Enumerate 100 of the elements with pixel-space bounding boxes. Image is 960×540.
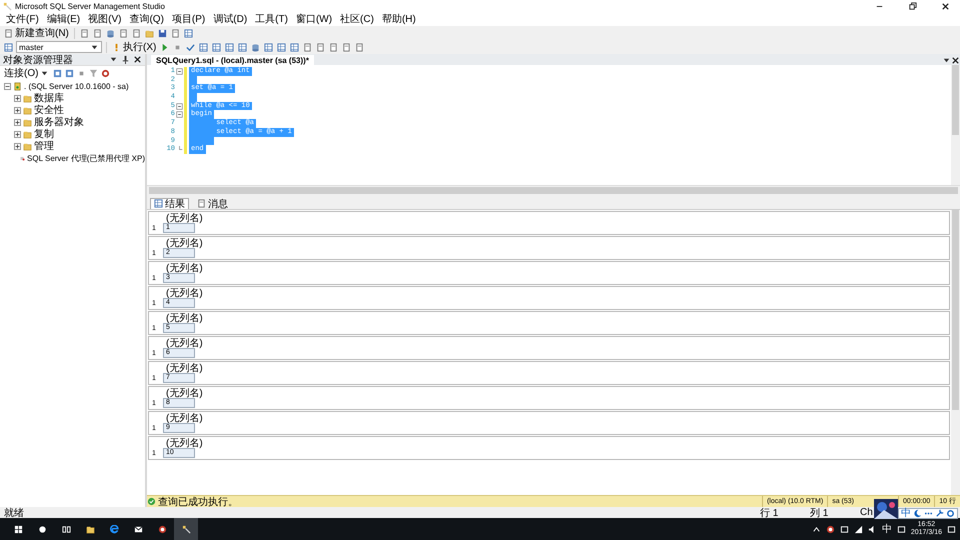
network-icon [854, 524, 863, 534]
document-icon [329, 42, 338, 52]
toolbar-button[interactable] [170, 27, 181, 39]
column-header: (无列名) [165, 412, 203, 424]
horizontal-scrollbar[interactable] [147, 185, 960, 195]
database-icon [251, 42, 260, 52]
results-tab[interactable]: 结果 [150, 198, 189, 208]
menu-item[interactable]: 项目(P) [168, 12, 210, 26]
menu-item[interactable]: 社区(C) [336, 12, 378, 26]
toolbar-button[interactable] [315, 41, 326, 53]
toolbar-button[interactable] [156, 27, 168, 39]
column-header: (无列名) [165, 262, 203, 274]
toolbar-button[interactable] [118, 27, 129, 39]
menu-item[interactable]: 帮助(H) [378, 12, 420, 26]
stop-icon [77, 68, 86, 78]
gear-icon [946, 509, 955, 518]
folder-icon [23, 130, 32, 138]
grid-icon [277, 42, 286, 52]
database-icon [106, 28, 115, 38]
check-icon [186, 42, 196, 52]
tree-item[interactable]: 管理 [34, 139, 54, 153]
connect-button[interactable]: 连接(O) [3, 67, 50, 79]
tree-item[interactable]: 安全性 [34, 103, 64, 117]
database-dropdown[interactable]: master [16, 41, 102, 53]
tree-item[interactable]: 复制 [34, 127, 54, 141]
menu-item[interactable]: 调试(D) [209, 12, 252, 26]
folder-icon [144, 28, 154, 38]
grid-icon [4, 42, 13, 52]
toolbar-button[interactable] [289, 41, 300, 53]
menu-item[interactable]: 视图(V) [84, 12, 126, 26]
grid-icon [184, 28, 193, 38]
close-icon [940, 2, 950, 10]
browser-icon [110, 524, 118, 534]
expander-icon[interactable] [14, 130, 21, 138]
app-icon [158, 524, 166, 534]
toolbar-button[interactable] [130, 27, 142, 39]
results-tab[interactable]: 消息 [193, 198, 232, 208]
menu-item[interactable]: 编辑(E) [42, 12, 84, 26]
toolbar-button[interactable] [354, 41, 366, 53]
expander-icon[interactable] [14, 118, 21, 126]
tree-item[interactable]: 服务器对象 [34, 115, 84, 129]
menu-item[interactable]: 工具(T) [251, 12, 292, 26]
toolbar-button[interactable] [211, 41, 222, 53]
folder-icon [23, 94, 32, 102]
ime-indicator[interactable]: 中 [882, 522, 892, 536]
ime-mode[interactable]: 中 [901, 509, 911, 518]
tree-item[interactable]: . (SQL Server 10.0.1600 - sa) [24, 82, 129, 90]
circle-icon [38, 524, 46, 534]
column-indicator: 列 1 [810, 506, 830, 520]
toolbar-button[interactable] [92, 27, 103, 39]
scrollbar[interactable] [951, 65, 960, 185]
moon-icon [913, 509, 922, 518]
close-icon [951, 56, 960, 65]
toolbar-button[interactable] [182, 27, 194, 39]
new-query-button[interactable]: 新建查询(N) [3, 27, 70, 39]
collapse-icon[interactable] [176, 102, 183, 110]
menu-item[interactable]: 查询(Q) [125, 12, 168, 26]
ime-toolbar[interactable]: 中 [898, 508, 958, 519]
tree-item[interactable]: 数据库 [34, 91, 64, 105]
toolbar-button[interactable] [224, 41, 236, 53]
toolbar-button[interactable] [276, 41, 288, 53]
app-icon [3, 2, 12, 10]
expander-icon[interactable] [14, 142, 21, 150]
document-icon [4, 28, 13, 38]
expander-icon[interactable] [14, 94, 21, 102]
toolbar-button[interactable] [341, 41, 352, 53]
toolbar-button[interactable] [78, 27, 90, 39]
column-header: (无列名) [165, 386, 203, 399]
toolbar-button[interactable] [3, 41, 14, 53]
document-icon [342, 42, 352, 52]
collapse-icon[interactable] [176, 111, 183, 118]
folder-icon [23, 106, 32, 114]
restore-icon [908, 2, 916, 10]
toolbar-button[interactable] [302, 41, 314, 53]
caret-icon [40, 68, 50, 78]
pane-title: 对象资源管理器 [3, 54, 74, 66]
grid-icon [212, 42, 222, 52]
folder-icon [86, 524, 94, 534]
document-icon [355, 42, 364, 52]
execute-button[interactable]: 执行(X) [111, 41, 158, 53]
toolbar-button[interactable] [328, 41, 340, 53]
document-icon [132, 28, 141, 38]
column-header: (无列名) [165, 362, 203, 374]
menu-item[interactable]: 文件(F) [2, 12, 43, 26]
toolbar-button[interactable] [263, 41, 274, 53]
collapse-icon[interactable] [176, 68, 183, 75]
tools-icon [182, 524, 190, 534]
document-icon [303, 42, 312, 52]
expander-icon[interactable] [4, 82, 11, 90]
taskbar-app[interactable] [174, 518, 198, 540]
menu-item[interactable]: 窗口(W) [292, 12, 336, 26]
expander-icon[interactable] [14, 106, 21, 114]
toolbar-button[interactable] [237, 41, 248, 53]
scrollbar[interactable] [951, 210, 960, 495]
toolbar-button[interactable] [198, 41, 210, 53]
grid-icon [264, 42, 274, 52]
caret-icon [90, 42, 99, 52]
tree-item[interactable]: SQL Server 代理(已禁用代理 XP) [27, 152, 145, 164]
document-tab[interactable]: SQLQuery1.sql - (local).master (sa (53))* [151, 55, 314, 65]
grid-icon [225, 42, 234, 52]
